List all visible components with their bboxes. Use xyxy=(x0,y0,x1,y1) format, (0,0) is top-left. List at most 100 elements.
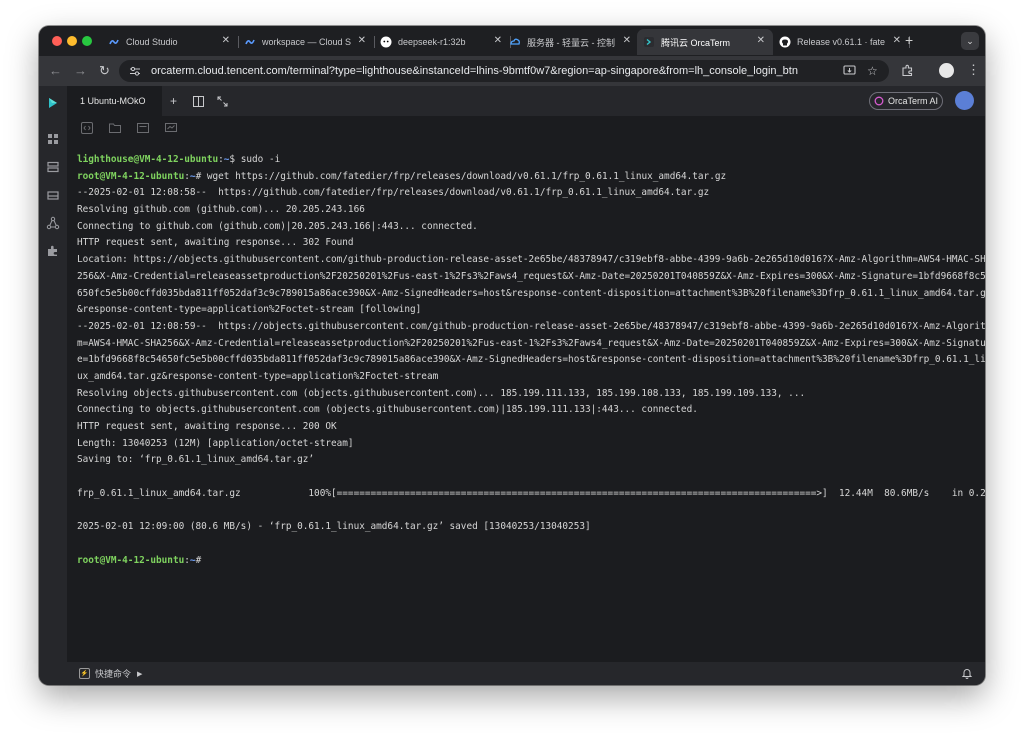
tab-label: deepseek-r1:32b xyxy=(398,37,466,47)
browser-tab-orcaterm[interactable]: 腾讯云 OrcaTerm ✕ xyxy=(637,29,773,55)
prompt-user-host: lighthouse@VM-4-12-ubuntu xyxy=(77,154,219,165)
github-icon xyxy=(779,36,791,48)
terminal-line: Resolving objects.githubusercontent.com … xyxy=(77,387,806,399)
close-tab-icon[interactable]: ✕ xyxy=(358,35,366,46)
terminal-line: Connecting to objects.githubusercontent.… xyxy=(77,404,698,416)
maximize-window-button[interactable] xyxy=(82,36,92,46)
minimize-window-button[interactable] xyxy=(67,36,77,46)
terminal-line: m=AWS4-HMAC-SHA256&X-Amz-Credential=rele… xyxy=(77,337,985,349)
notification-bell-icon[interactable] xyxy=(961,667,973,679)
reload-icon[interactable]: ↻ xyxy=(99,63,110,79)
site-settings-icon[interactable] xyxy=(129,65,141,77)
prompt-user-host: root@VM-4-12-ubuntu xyxy=(77,554,185,566)
close-tab-icon[interactable]: ✕ xyxy=(222,35,230,46)
terminal-line: e=1bfd9668f8c54650fc5e5b00cffd035bda811f… xyxy=(77,354,985,366)
browser-tab-deepseek[interactable]: deepseek-r1:32b ✕ xyxy=(374,29,511,55)
terminal-tab-bar: 1 Ubuntu-MOkO + OrcaTerm AI xyxy=(67,86,985,116)
quick-command-icon: ⚡ xyxy=(79,668,90,679)
command-text: wget https://github.com/fatedier/frp/rel… xyxy=(201,170,727,182)
terminal-line: 256&X-Amz-Credential=releaseassetproduct… xyxy=(77,270,985,282)
close-tab-icon[interactable]: ✕ xyxy=(494,35,502,46)
code-icon[interactable] xyxy=(81,122,93,134)
file-transfer-icon[interactable] xyxy=(137,122,149,134)
split-pane-icon[interactable] xyxy=(193,96,204,107)
cloud-studio-icon xyxy=(244,36,256,48)
install-app-icon[interactable] xyxy=(843,65,856,77)
bookmark-star-icon[interactable]: ☆ xyxy=(867,64,878,78)
orcaterm-logo-icon[interactable] xyxy=(46,96,60,110)
sparkle-icon xyxy=(874,96,884,106)
prompt-user-host: root@VM-4-12-ubuntu xyxy=(77,170,185,182)
terminal-line: Resolving github.com (github.com)... 20.… xyxy=(77,204,365,216)
url-text: orcaterm.cloud.tencent.com/terminal?type… xyxy=(151,65,798,77)
dashboard-icon[interactable] xyxy=(46,132,60,146)
more-menu-icon[interactable]: ⋮ xyxy=(967,62,980,78)
orcaterm-icon xyxy=(643,36,655,48)
drive-icon[interactable] xyxy=(46,188,60,202)
network-icon[interactable] xyxy=(46,216,60,230)
close-tab-icon[interactable]: ✕ xyxy=(757,35,765,46)
terminal-line: Saving to: ‘frp_0.61.1_linux_amd64.tar.g… xyxy=(77,454,315,466)
terminal-output[interactable]: lighthouse@VM-4-12-ubuntu:~$ sudo -i root… xyxy=(67,142,985,662)
tab-search-button[interactable]: ⌄ xyxy=(961,32,979,50)
sftp-folder-icon[interactable] xyxy=(109,122,121,134)
new-tab-button[interactable]: + xyxy=(905,32,913,48)
extensions-icon[interactable] xyxy=(901,64,914,77)
forward-icon[interactable]: → xyxy=(74,63,87,78)
terminal-line: Location: https://objects.githubusercont… xyxy=(77,254,985,266)
tencent-cloud-icon xyxy=(509,36,521,48)
user-avatar[interactable] xyxy=(955,91,974,110)
plugin-icon[interactable] xyxy=(46,244,60,258)
tab-label: Cloud Studio xyxy=(126,37,178,47)
terminal-line: &response-content-type=application%2Foct… xyxy=(77,304,422,316)
tab-label: Release v0.61.1 · fate xyxy=(797,37,886,47)
terminal-tools xyxy=(67,116,985,142)
ollama-icon xyxy=(380,36,392,48)
browser-tab-release[interactable]: Release v0.61.1 · fate ✕ xyxy=(773,29,910,55)
close-tab-icon[interactable]: ✕ xyxy=(893,35,901,46)
terminal-line: ux_amd64.tar.gz&response-content-type=ap… xyxy=(77,370,439,382)
back-icon[interactable]: ← xyxy=(49,63,62,78)
quick-commands-button[interactable]: ⚡ 快捷命令 ▶ xyxy=(79,667,142,680)
terminal-line: --2025-02-01 12:08:58-- https://github.c… xyxy=(77,187,710,199)
monitor-icon[interactable] xyxy=(165,122,177,134)
browser-tab-cloud-studio[interactable]: Cloud Studio ✕ xyxy=(102,29,239,55)
tab-label: 腾讯云 OrcaTerm xyxy=(661,37,731,48)
browser-tab-server[interactable]: 服务器 - 轻量云 - 控制 ✕ xyxy=(503,29,639,55)
bottom-bar: ⚡ 快捷命令 ▶ xyxy=(67,662,985,685)
tab-label: 服务器 - 轻量云 - 控制 xyxy=(527,37,615,48)
terminal-prompt-line: root@VM-4-12-ubuntu:~# xyxy=(77,554,202,566)
close-window-button[interactable] xyxy=(52,36,62,46)
orcaterm-ai-button[interactable]: OrcaTerm AI xyxy=(869,92,943,110)
terminal-line: Length: 13040253 (12M) [application/octe… xyxy=(77,437,354,449)
browser-tab-workspace[interactable]: workspace — Cloud S ✕ xyxy=(238,29,375,55)
add-terminal-icon[interactable]: + xyxy=(170,94,177,108)
cloud-studio-icon xyxy=(108,36,120,48)
tab-label: workspace — Cloud S xyxy=(262,37,352,47)
browser-toolbar: ← → ↻ orcaterm.cloud.tencent.com/termina… xyxy=(39,56,985,86)
command-text: sudo -i xyxy=(235,154,281,165)
prompt-symbol: # xyxy=(195,554,202,566)
profile-avatar[interactable] xyxy=(939,63,954,78)
quick-commands-label: 快捷命令 xyxy=(95,669,132,679)
terminal-prompt-line: root@VM-4-12-ubuntu:~# wget https://gith… xyxy=(77,170,727,182)
terminal-line: --2025-02-01 12:08:59-- https://objects.… xyxy=(77,320,985,332)
terminal-line: frp_0.61.1_linux_amd64.tar.gz 100%[=====… xyxy=(77,487,985,499)
app-sidebar xyxy=(39,86,67,685)
fullscreen-icon[interactable] xyxy=(217,96,228,107)
close-tab-icon[interactable]: ✕ xyxy=(623,35,631,46)
terminal-text: lighthouse@VM-4-12-ubuntu:~$ sudo -i root… xyxy=(77,152,985,569)
browser-window: Cloud Studio ✕ workspace — Cloud S ✕ dee… xyxy=(39,26,985,685)
terminal-line: 2025-02-01 12:09:00 (80.6 MB/s) - ‘frp_0… xyxy=(77,521,591,533)
orcaterm-ai-label: OrcaTerm AI xyxy=(887,96,938,106)
tab-strip: Cloud Studio ✕ workspace — Cloud S ✕ dee… xyxy=(39,26,985,56)
caret-right-icon: ▶ xyxy=(137,670,143,678)
terminal-line: Connecting to github.com (github.com)|20… xyxy=(77,220,478,232)
terminal-tab-ubuntu[interactable]: 1 Ubuntu-MOkO xyxy=(67,86,162,116)
address-bar[interactable]: orcaterm.cloud.tencent.com/terminal?type… xyxy=(119,60,889,82)
terminal-line: HTTP request sent, awaiting response... … xyxy=(77,421,337,432)
server-icon[interactable] xyxy=(46,160,60,174)
